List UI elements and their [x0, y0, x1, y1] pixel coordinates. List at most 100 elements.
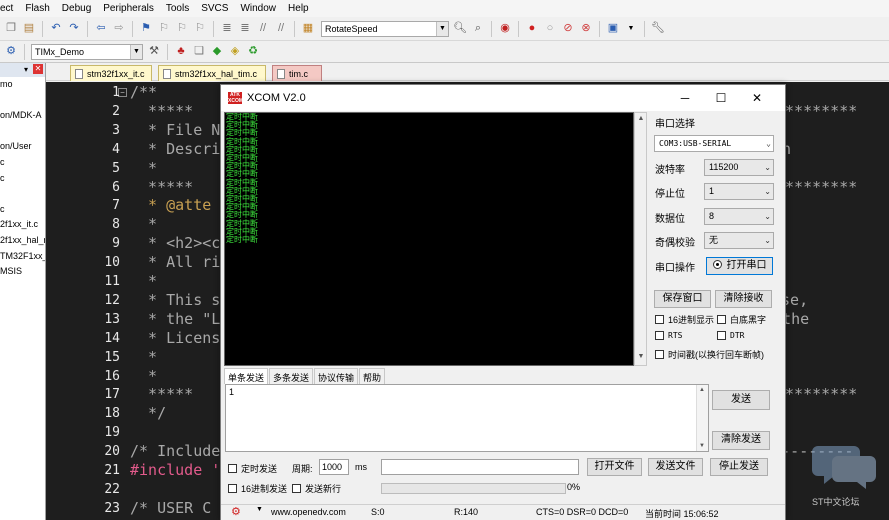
- breakpoint-icon[interactable]: ●: [525, 22, 539, 36]
- port-select[interactable]: COM3:USB-SERIAL ⌄: [654, 135, 774, 152]
- tab-tim-c[interactable]: tim.c: [272, 65, 322, 81]
- project-target-combo[interactable]: TIMx_Demo ▼: [31, 43, 143, 60]
- clear-send-button[interactable]: 清除发送: [712, 431, 770, 450]
- dtr-checkbox[interactable]: DTR: [717, 331, 744, 340]
- nav-back-icon[interactable]: ⇦: [94, 22, 108, 36]
- receive-scrollbar[interactable]: ▲ ▼: [634, 112, 647, 366]
- project-tree-item[interactable]: TM32F1xx_: [0, 249, 45, 265]
- target-options-icon[interactable]: ⚙: [4, 45, 18, 59]
- tab-protocol[interactable]: 协议传输: [314, 368, 359, 384]
- open-port-button[interactable]: 打开串口: [706, 257, 773, 275]
- paste-icon[interactable]: ▤: [22, 22, 36, 36]
- hex-display-checkbox[interactable]: 16进制显示: [655, 313, 714, 326]
- uncomment-icon[interactable]: //: [274, 22, 288, 36]
- comment-icon[interactable]: //: [256, 22, 270, 36]
- scroll-up-icon[interactable]: ▲: [699, 387, 705, 393]
- breakpoint-kill-icon[interactable]: ⊘: [561, 22, 575, 36]
- receive-area[interactable]: 定时中断 定时中断 定时中断 定时中断 定时中断 定时中断 定时中断 定时中断 定时中断 定时中断…: [224, 112, 634, 366]
- tab-stm32f1xx-it[interactable]: stm32f1xx_it.c: [70, 65, 152, 81]
- scroll-down-icon[interactable]: ▼: [636, 353, 646, 363]
- file-extensions-icon[interactable]: ❏: [192, 45, 206, 59]
- find-in-files-icon[interactable]: ▦: [301, 22, 315, 36]
- green-diamond-icon[interactable]: ◆: [210, 45, 224, 59]
- nav-forward-icon[interactable]: ⇨: [112, 22, 126, 36]
- hex-send-checkbox[interactable]: 16进制发送: [228, 482, 287, 495]
- indent-icon[interactable]: ≣: [220, 22, 234, 36]
- send-newline-checkbox[interactable]: 发送新行: [292, 482, 341, 495]
- close-icon[interactable]: ✕: [747, 89, 767, 107]
- menu-item-tools[interactable]: Tools: [160, 3, 195, 14]
- rts-checkbox[interactable]: RTS: [655, 331, 682, 340]
- project-tree-item[interactable]: [0, 93, 45, 109]
- project-tree-item[interactable]: [0, 124, 45, 140]
- pin-icon[interactable]: ▾: [24, 65, 28, 74]
- project-tree-item[interactable]: on/MDK-A: [0, 108, 45, 124]
- scroll-up-icon[interactable]: ▲: [636, 115, 646, 125]
- stop-send-button[interactable]: 停止发送: [710, 458, 768, 476]
- project-tree-item[interactable]: 2f1xx_hal_r: [0, 233, 45, 249]
- configure-icon[interactable]: 🔧︎: [651, 22, 665, 36]
- chevron-down-icon[interactable]: ▼: [624, 22, 638, 36]
- copy-icon[interactable]: ❐: [4, 22, 18, 36]
- menu-item-edit[interactable]: ect: [0, 3, 19, 14]
- bookmark-icon[interactable]: ⚑: [139, 22, 153, 36]
- project-tree-item[interactable]: MSIS: [0, 264, 45, 280]
- tab-single-send[interactable]: 单条发送: [224, 368, 269, 384]
- incremental-find-icon[interactable]: ⌕: [471, 22, 485, 36]
- debug-start-icon[interactable]: ◉: [498, 22, 512, 36]
- close-icon[interactable]: ✕: [33, 64, 43, 74]
- open-file-button[interactable]: 打开文件: [587, 458, 642, 476]
- breakpoint-disable-icon[interactable]: ○: [543, 22, 557, 36]
- menu-item-help[interactable]: Help: [282, 3, 315, 14]
- save-window-button[interactable]: 保存窗口: [654, 290, 711, 308]
- white-bg-checkbox[interactable]: 白底黑字: [717, 313, 766, 326]
- menu-item-window[interactable]: Window: [234, 3, 282, 14]
- send-scrollbar[interactable]: ▲ ▼: [696, 385, 708, 451]
- gear-icon[interactable]: ⚙: [231, 505, 241, 518]
- minimize-icon[interactable]: ─: [675, 89, 695, 107]
- unindent-icon[interactable]: ≣: [238, 22, 252, 36]
- website-link[interactable]: www.openedv.com: [271, 507, 346, 517]
- bookmark-clear-icon[interactable]: ⚐: [193, 22, 207, 36]
- project-tree-item[interactable]: c: [0, 155, 45, 171]
- project-tree-item[interactable]: c: [0, 171, 45, 187]
- send-file-button[interactable]: 发送文件: [648, 458, 703, 476]
- parity-select[interactable]: 无 ⌄: [704, 232, 774, 249]
- maximize-icon[interactable]: ☐: [711, 89, 731, 107]
- timestamp-checkbox[interactable]: 时间戳(以换行回车断帧): [655, 348, 764, 361]
- breakpoint-clear-icon[interactable]: ⊗: [579, 22, 593, 36]
- project-tree-item[interactable]: [0, 186, 45, 202]
- send-button[interactable]: 发送: [712, 390, 770, 410]
- bookmark-prev-icon[interactable]: ⚐: [157, 22, 171, 36]
- menu-item-debug[interactable]: Debug: [56, 3, 97, 14]
- clear-receive-button[interactable]: 清除接收: [715, 290, 772, 308]
- undo-icon[interactable]: ↶: [49, 22, 63, 36]
- bookmark-next-icon[interactable]: ⚐: [175, 22, 189, 36]
- find-icon[interactable]: 🔍︎: [453, 22, 467, 36]
- menu-item-peripherals[interactable]: Peripherals: [97, 3, 160, 14]
- redo-icon[interactable]: ↷: [67, 22, 81, 36]
- target-combo[interactable]: RotateSpeed ▼: [321, 20, 449, 37]
- project-tree-item[interactable]: mo: [0, 77, 45, 93]
- window-layout-icon[interactable]: ▣: [606, 22, 620, 36]
- baud-select[interactable]: 115200 ⌄: [704, 159, 774, 176]
- period-input[interactable]: 1000: [319, 459, 349, 475]
- menu-item-flash[interactable]: Flash: [19, 3, 55, 14]
- tab-help[interactable]: 帮助: [359, 368, 386, 384]
- pack-installer-icon[interactable]: ◈: [228, 45, 242, 59]
- run-time-environment-icon[interactable]: ♻: [246, 45, 260, 59]
- menu-item-svcs[interactable]: SVCS: [195, 3, 234, 14]
- tab-multi-send[interactable]: 多条发送: [269, 368, 314, 384]
- send-textarea[interactable]: 1 ▲ ▼: [225, 384, 709, 452]
- project-tree-item[interactable]: 2f1xx_it.c: [0, 217, 45, 233]
- file-path-input[interactable]: [381, 459, 579, 475]
- tab-stm32f1xx-hal-tim[interactable]: stm32f1xx_hal_tim.c: [158, 65, 266, 81]
- magic-wand-icon[interactable]: ⚒: [147, 45, 161, 59]
- manage-components-icon[interactable]: ♣: [174, 45, 188, 59]
- project-tree-item[interactable]: c: [0, 202, 45, 218]
- chevron-down-icon[interactable]: ▼: [256, 506, 263, 513]
- project-tree-item[interactable]: on/User: [0, 139, 45, 155]
- stop-bits-select[interactable]: 1 ⌄: [704, 183, 774, 200]
- data-bits-select[interactable]: 8 ⌄: [704, 208, 774, 225]
- timed-send-checkbox[interactable]: 定时发送: [228, 462, 277, 475]
